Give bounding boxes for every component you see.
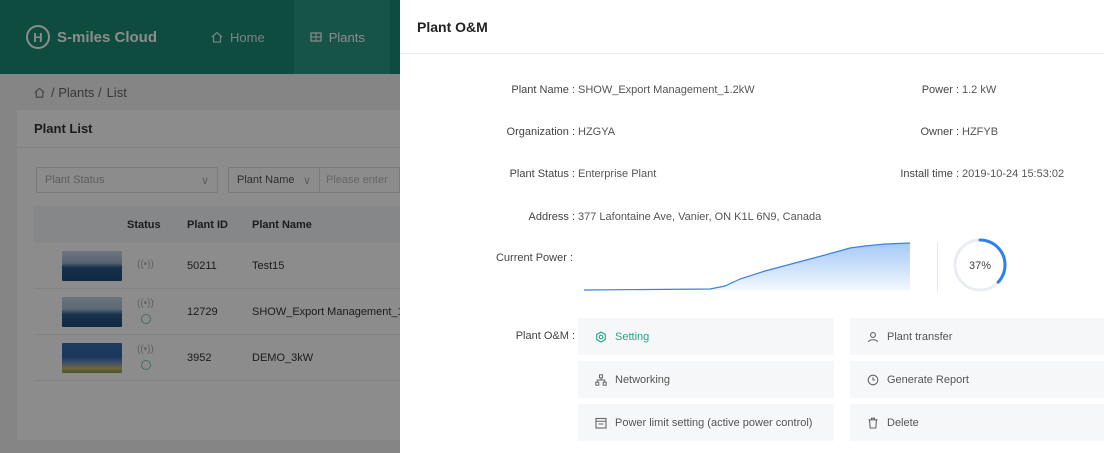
delete-button[interactable]: Delete	[850, 404, 1104, 441]
address-value: 377 Lafontaine Ave, Vanier, ON K1L 6N9, …	[578, 211, 822, 223]
current-power-area	[584, 243, 910, 290]
current-power-chart	[583, 242, 911, 291]
plant-transfer-button[interactable]: Plant transfer	[850, 318, 1104, 355]
organization-label: Organization :	[506, 126, 575, 138]
gear-icon	[596, 330, 606, 343]
generate-report-button[interactable]: Generate Report	[850, 361, 1104, 398]
delete-label: Delete	[887, 416, 919, 429]
plant-om-drawer: Plant O&M Plant Name : SHOW_Export Manag…	[400, 0, 1104, 453]
networking-label: Networking	[615, 373, 671, 386]
current-power-percent: 37%	[969, 260, 991, 272]
chart-divider	[937, 242, 938, 292]
modal-mask[interactable]	[0, 0, 400, 453]
power-limit-setting-label: Power limit setting (active power contro…	[615, 416, 813, 429]
user-icon	[867, 331, 879, 342]
plant-status-value: Enterprise Plant	[578, 168, 657, 180]
calendar-icon	[595, 417, 607, 429]
networking-button[interactable]: Networking	[578, 361, 834, 398]
owner-label: Owner :	[920, 126, 959, 138]
setting-label: Setting	[615, 330, 650, 343]
plant-name-value: SHOW_Export Management_1.2kW	[578, 84, 755, 96]
owner-value: HZFYB	[962, 126, 999, 138]
setting-button[interactable]: Setting	[578, 318, 834, 355]
plant-name-label: Plant Name :	[511, 84, 575, 96]
drawer-title: Plant O&M	[400, 0, 1104, 54]
clock-icon	[867, 374, 879, 385]
trash-icon	[868, 417, 878, 429]
current-power-label: Current Power :	[495, 252, 573, 264]
power-label: Power :	[921, 84, 959, 96]
power-limit-setting-button[interactable]: Power limit setting (active power contro…	[578, 404, 834, 441]
install-time-value: 2019-10-24 15:53:02	[962, 168, 1065, 180]
generate-report-label: Generate Report	[887, 373, 969, 386]
network-icon	[595, 373, 607, 386]
install-time-label: Install time :	[900, 168, 959, 180]
plant-transfer-label: Plant transfer	[887, 330, 953, 343]
plant-om-label: Plant O&M :	[515, 330, 575, 342]
organization-value: HZGYA	[578, 126, 616, 138]
current-power-gauge: 37%	[953, 238, 1007, 292]
plant-status-label: Plant Status :	[509, 168, 575, 180]
power-value: 1.2 kW	[962, 84, 997, 96]
address-label: Address :	[528, 211, 575, 223]
